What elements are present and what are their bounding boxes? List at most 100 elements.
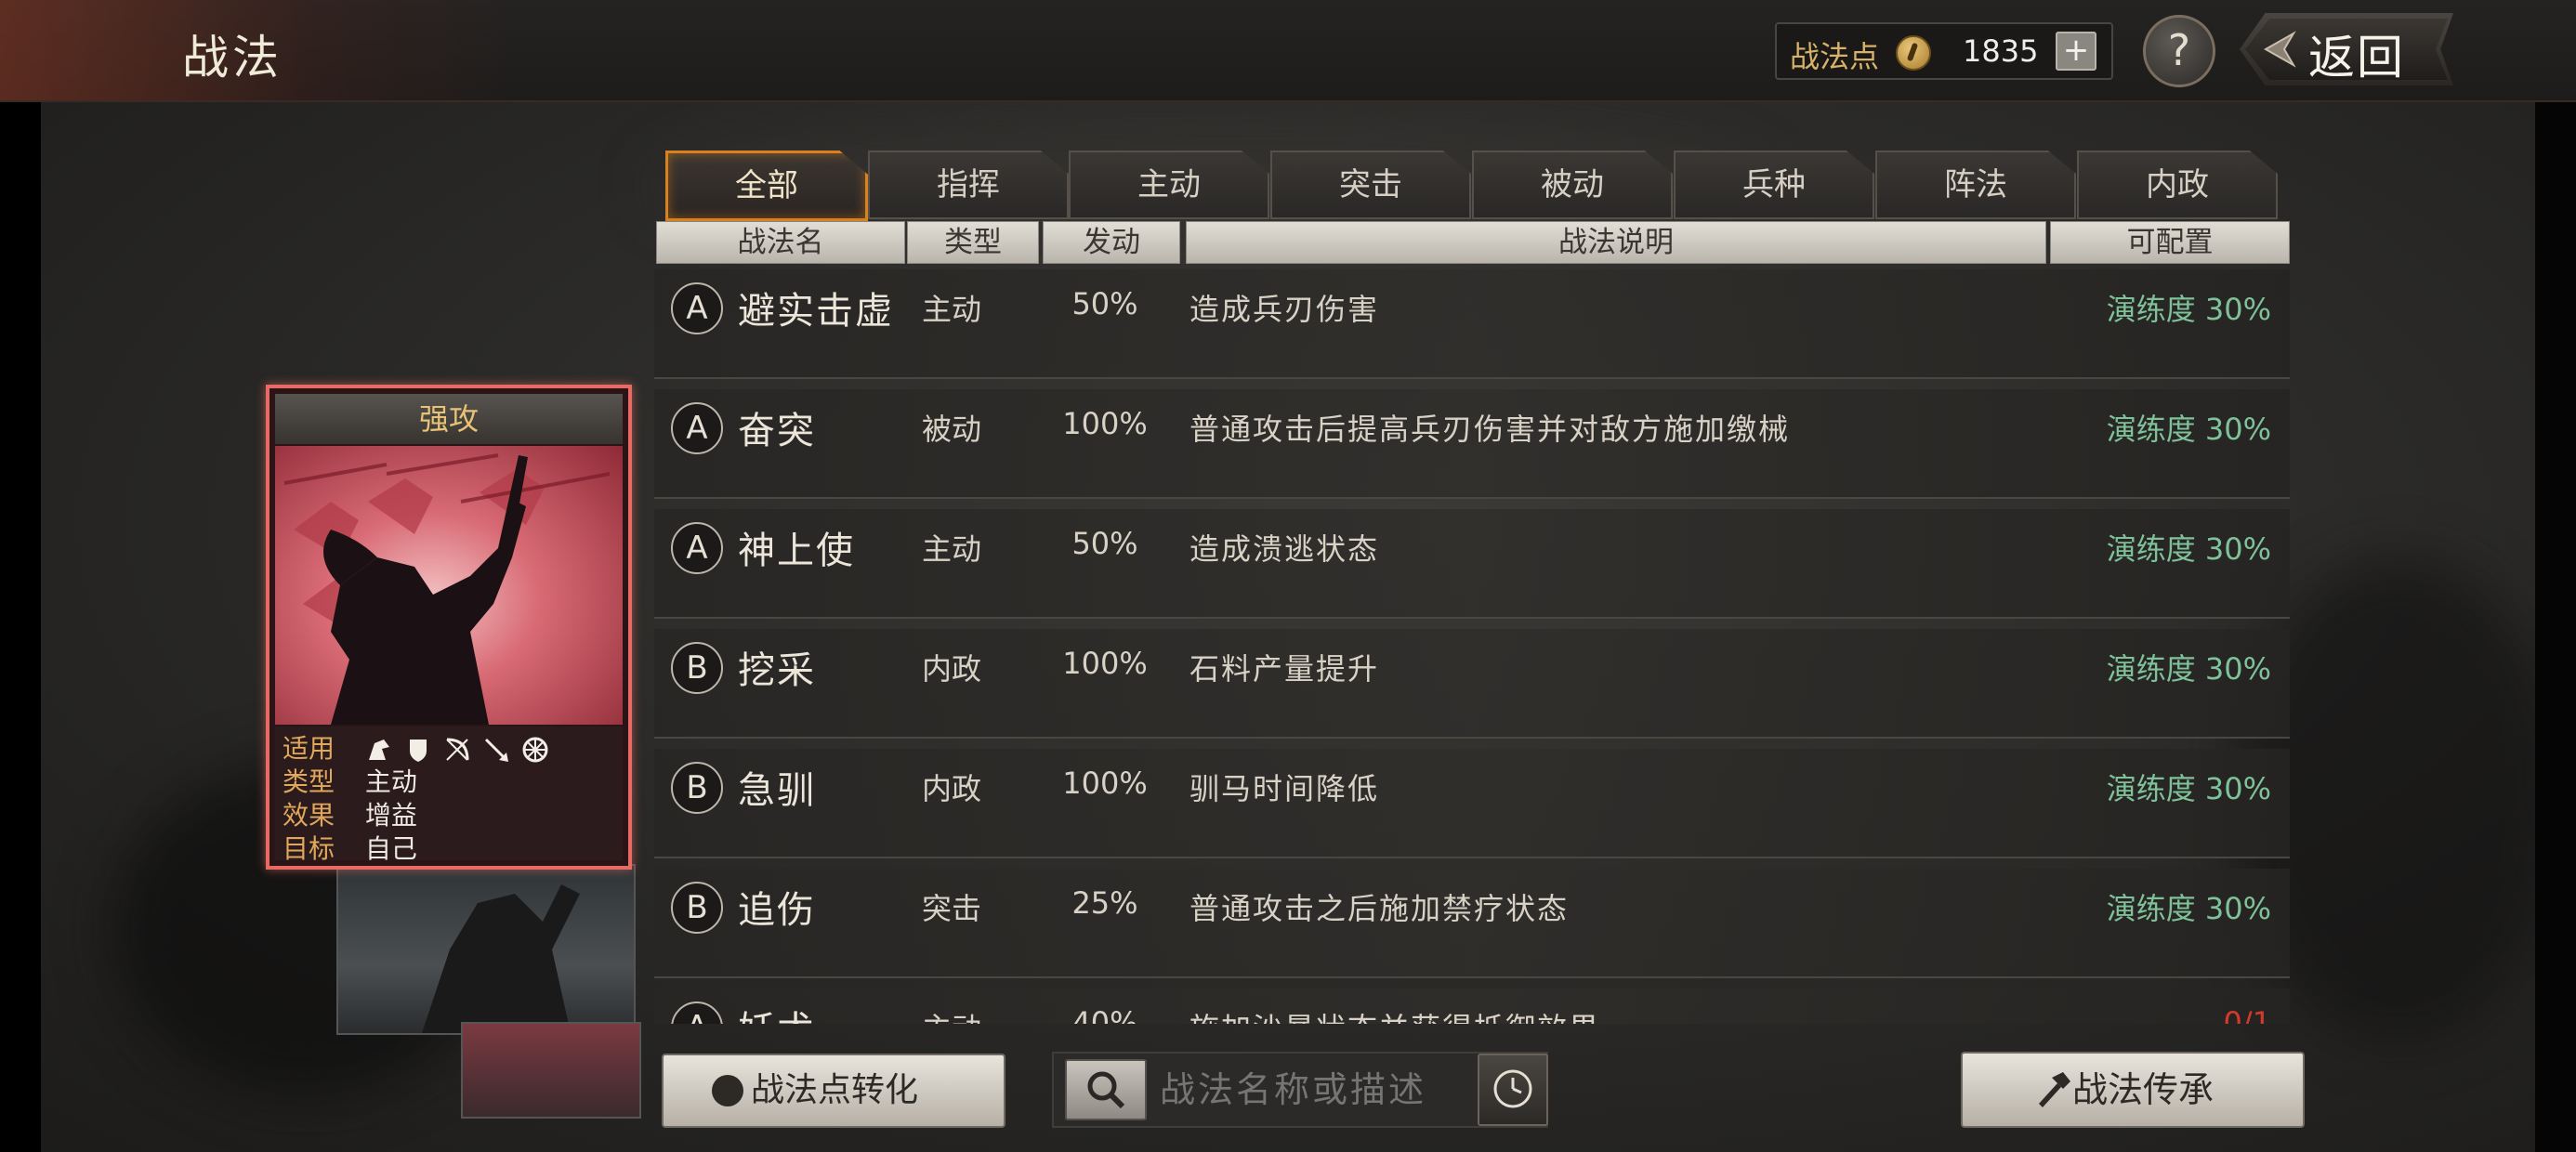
skill-description: 普通攻击之后施加禁疗状态	[1189, 891, 1570, 926]
warrior-silhouette-icon	[422, 884, 580, 1033]
search-history-button[interactable]	[1478, 1054, 1548, 1126]
grade-badge: A	[671, 282, 723, 334]
card-applies-row: 适用	[283, 728, 560, 764]
skill-name: 挖采	[738, 649, 816, 692]
column-header-trigger[interactable]: 发动	[1043, 221, 1180, 264]
back-label: 返回	[2308, 31, 2405, 85]
skill-name: 避实击虚	[738, 290, 894, 333]
card-effect-value: 增益	[364, 800, 417, 831]
card-artwork	[275, 446, 623, 725]
skill-trigger-rate: 50%	[1071, 286, 1138, 321]
card-stack-back	[336, 864, 636, 1035]
skill-row[interactable]: A 避实击虚 主动 50% 造成兵刃伤害 演练度 30%	[654, 269, 2290, 379]
skill-status: 演练度 30%	[2106, 292, 2271, 327]
tab-passive[interactable]: 被动	[1472, 151, 1673, 219]
skill-status: 演练度 30%	[2106, 531, 2271, 567]
tab-troop-type[interactable]: 兵种	[1674, 151, 1874, 219]
skill-description: 造成溃逃状态	[1189, 531, 1380, 567]
help-button[interactable]: ?	[2143, 15, 2215, 87]
warrior-charge-icon	[283, 453, 611, 725]
skill-row[interactable]: B 急驯 内政 100% 驯马时间降低 演练度 30%	[654, 749, 2290, 858]
skill-type: 主动	[922, 1005, 981, 1024]
skill-row[interactable]: B 挖采 内政 100% 石料产量提升 演练度 30%	[654, 629, 2290, 739]
clock-icon	[1493, 1069, 1532, 1108]
tab-assault[interactable]: 突击	[1270, 151, 1471, 219]
skill-description: 驯马时间降低	[1189, 771, 1380, 806]
column-header-description: 战法说明	[1186, 221, 2046, 264]
skill-type: 主动	[922, 531, 982, 567]
skill-description: 石料产量提升	[1189, 651, 1380, 687]
cavalry-icon	[368, 740, 389, 760]
tab-formation[interactable]: 阵法	[1875, 151, 2076, 219]
skill-name: 妖术	[738, 1000, 816, 1024]
card-info-panel: 适用 类型 主动 效果 增益 目标 自己	[275, 727, 623, 864]
card-effect-label: 效果	[283, 800, 335, 831]
tab-internal-affairs[interactable]: 内政	[2077, 151, 2278, 219]
grade-badge: A	[671, 522, 723, 574]
right-edge-bar	[2535, 0, 2576, 1152]
skill-type: 内政	[922, 651, 982, 687]
spear-icon	[484, 738, 508, 762]
tab-active[interactable]: 主动	[1069, 151, 1269, 219]
skill-row[interactable]: B 追伤 突击 25% 普通攻击之后施加禁疗状态 演练度 30%	[654, 869, 2290, 978]
grade-badge: B	[671, 882, 723, 934]
skill-list[interactable]: A 避实击虚 主动 50% 造成兵刃伤害 演练度 30% A 奋突 被动 100…	[654, 269, 2290, 1024]
skill-points-value: 1835	[1963, 33, 2039, 69]
magnifier-icon	[1087, 1071, 1125, 1109]
column-header-type[interactable]: 类型	[907, 221, 1039, 264]
skill-type: 突击	[922, 891, 982, 926]
skill-name: 急驯	[738, 769, 816, 812]
hammer-icon	[2039, 1072, 2070, 1107]
search-bar	[1052, 1052, 1548, 1128]
skill-trigger-rate: 25%	[1071, 885, 1138, 921]
skill-row[interactable]: A 奋突 被动 100% 普通攻击后提高兵刃伤害并对敌方施加缴械 演练度 30%	[654, 389, 2290, 499]
skill-type: 内政	[922, 771, 982, 806]
wheel-icon	[522, 737, 548, 763]
card-applies-label: 适用	[283, 733, 335, 764]
skills-screen: 战法 战法点 1835 + ? 返回 全部 指挥 主动 突击 被动 兵种 阵法 …	[0, 0, 2576, 1152]
skill-inherit-label: 战法传承	[2072, 1069, 2215, 1110]
tab-all[interactable]: 全部	[665, 151, 868, 221]
skill-status: 演练度 30%	[2106, 412, 2271, 447]
grade-badge: A	[671, 402, 723, 454]
back-arrow-icon	[2263, 31, 2296, 68]
card-target-row: 目标 自己	[283, 829, 417, 864]
skill-row[interactable]: A 妖术 主动 40% 施加沙暴状态并获得抵御效果 0/1	[654, 988, 2290, 1024]
tab-command[interactable]: 指挥	[868, 151, 1069, 219]
card-type-label: 类型	[283, 766, 335, 797]
skill-row[interactable]: A 神上使 主动 50% 造成溃逃状态 演练度 30%	[654, 509, 2290, 619]
skill-description: 造成兵刃伤害	[1189, 292, 1380, 327]
left-edge-bar	[0, 0, 41, 1152]
convert-skill-points-button[interactable]: 战法点转化	[662, 1054, 1005, 1128]
skill-trigger-rate: 40%	[1071, 1005, 1138, 1024]
card-type-row: 类型 主动	[283, 762, 417, 797]
bow-icon	[446, 738, 469, 761]
skill-description: 施加沙暴状态并获得抵御效果	[1189, 1005, 1600, 1024]
card-type-value: 主动	[364, 766, 417, 797]
skill-inherit-button[interactable]: 战法传承	[1961, 1052, 2305, 1128]
column-header-name[interactable]: 战法名	[656, 221, 905, 264]
shield-icon	[409, 740, 427, 762]
skill-trigger-rate: 100%	[1062, 406, 1148, 441]
search-input[interactable]	[1158, 1061, 1431, 1119]
card-effect-row: 效果 增益	[283, 795, 417, 831]
page-title: 战法	[182, 31, 283, 85]
add-skill-points-button[interactable]: +	[2056, 32, 2096, 71]
skill-type: 主动	[922, 292, 982, 327]
skill-point-flame-icon	[712, 1075, 743, 1106]
search-button[interactable]	[1065, 1059, 1147, 1120]
skill-description: 普通攻击后提高兵刃伤害并对敌方施加缴械	[1189, 412, 1791, 447]
skill-trigger-rate: 100%	[1062, 766, 1148, 801]
skill-status: 演练度 30%	[2106, 651, 2271, 687]
skill-card-preview[interactable]: 强攻 适用 类型 主动 效果 增益 目标 自己	[266, 385, 632, 870]
skill-name: 奋突	[738, 410, 816, 452]
column-header-configurable[interactable]: 可配置	[2050, 221, 2290, 264]
skill-status: 0/1	[2223, 1005, 2272, 1024]
card-target-label: 目标	[283, 833, 335, 864]
skill-trigger-rate: 100%	[1062, 646, 1148, 681]
card-title: 强攻	[275, 394, 623, 444]
skill-trigger-rate: 50%	[1071, 526, 1138, 561]
back-button[interactable]: 返回	[2240, 13, 2453, 85]
skill-point-coin-icon	[1896, 35, 1931, 71]
skill-name: 神上使	[738, 530, 855, 572]
